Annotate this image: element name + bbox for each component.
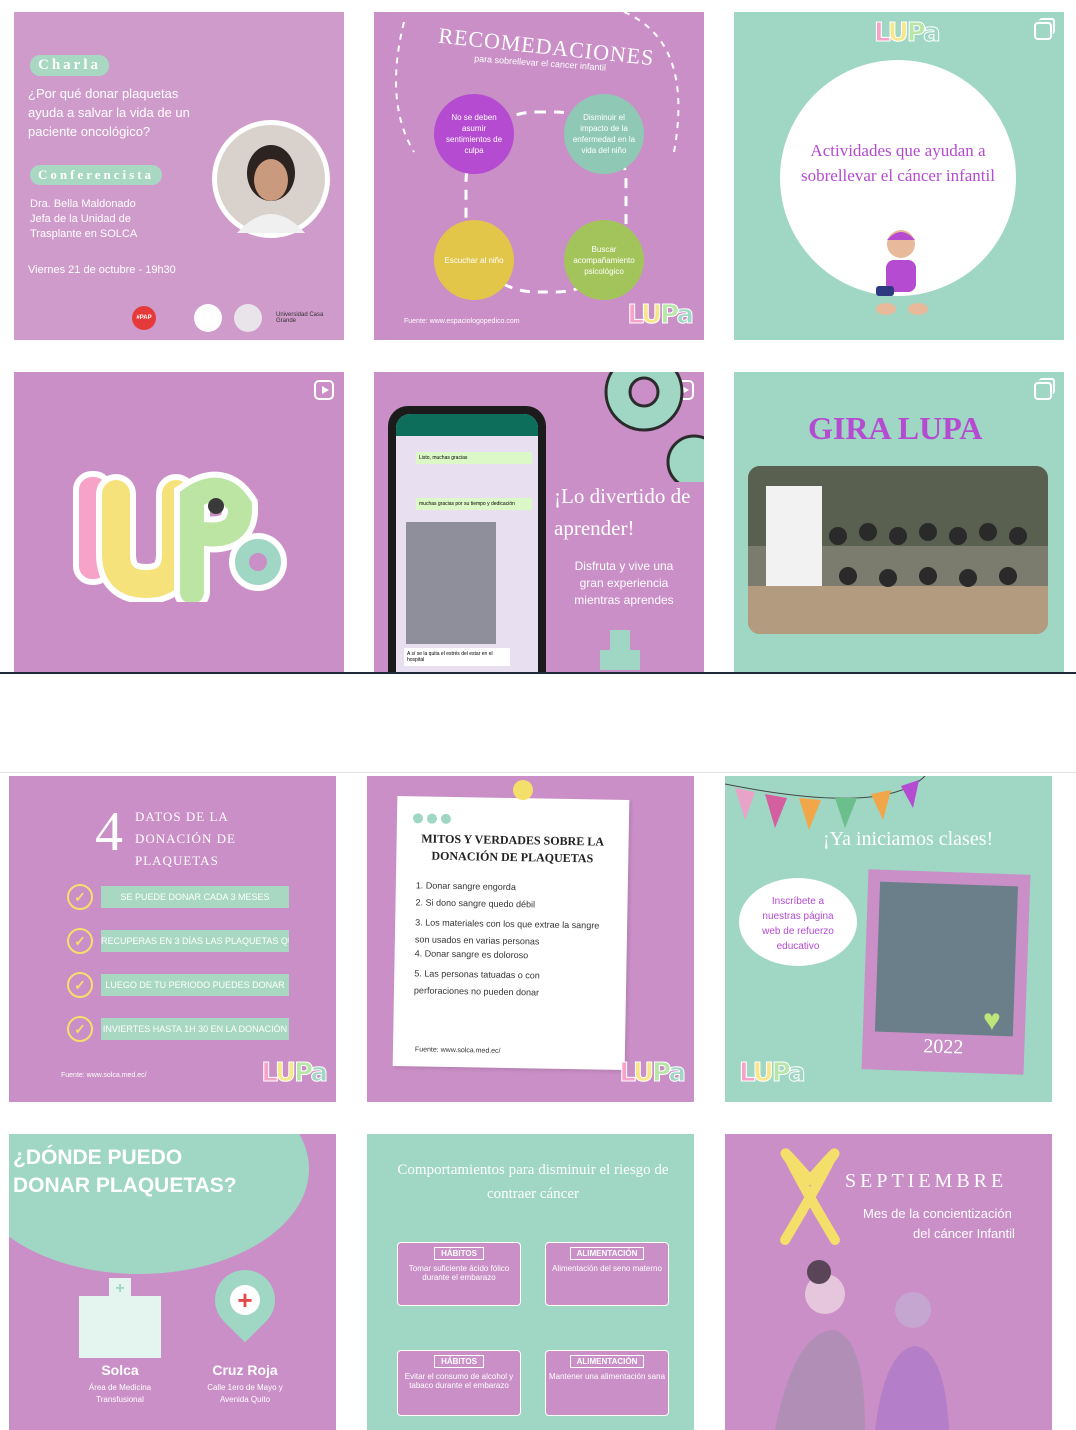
post-actividades[interactable]: LUPa Actividades que ayudan a sobrelleva… [734,12,1064,340]
charla-badge: Charla [30,55,109,76]
recom-circle-3: Escuchar al niño [434,220,514,300]
hospital-icon: + [79,1278,161,1358]
recom-circle-4: Buscar acompañamiento psicológico [564,220,644,300]
lupa-logo-small: LUPa [627,300,695,331]
mitos-item: 2. Si dono sangre quedo débil [415,897,536,910]
bunting-icon [725,776,926,830]
lupa-logo-small: LUPa [619,1058,687,1089]
place-2-address: Calle 1ero de Mayo y Avenida Quito [207,1383,283,1404]
post-datos-donacion[interactable]: 4 DATOS DE LA DONACIÓN DE PLAQUETAS ✓ SE … [9,776,336,1102]
place-1-name: Solca [101,1362,139,1378]
child-illustration [876,230,928,315]
carousel-icon [1034,378,1055,400]
behavior-card: HÁBITOS Tomar suficiente ácido fólico dur… [397,1242,521,1306]
lupa-logo-large [73,471,287,602]
mitos-item: 1. Donar sangre engorda [415,880,516,893]
behavior-card: ALIMENTACIÓN Mantener una alimentación sa… [545,1350,669,1416]
event-date: Viernes 21 de octubre - 19h30 [28,264,176,276]
post-lupa-logo[interactable] [14,372,344,674]
donde-title-2: DONAR PLAQUETAS? [13,1174,237,1197]
mitos-title: MITOS Y VERDADES SOBRE LA DONACIÓN DE PL… [421,831,605,866]
casa-grande-logo: Universidad Casa Grande [276,312,324,324]
recom-circle-1: No se deben asumir sentimientos de culpa [434,94,514,174]
datos-item: ✓ INVIERTES HASTA 1H 30 EN LA DONACIÓN [67,1016,297,1042]
ribbon-icon [780,1148,840,1245]
bubble-text: Inscríbete a nuestras página web de refu… [762,896,834,952]
post-clases[interactable]: ¡Ya iniciamos clases! Inscríbete a nuest… [725,776,1052,1102]
datos-title: DATOS DE LA DONACIÓN DE PLAQUETAS [135,809,236,868]
section-divider [0,672,1076,674]
post-gira-lupa[interactable]: GIRA LUPA [734,372,1064,674]
post-donde-donar[interactable]: ¿DÓNDE PUEDO DONAR PLAQUETAS? + + Solca … [9,1134,336,1430]
nurse-child-illustration [775,1260,949,1430]
chat-bubble-3: A sí se la quita el estrés del estar en … [404,648,510,666]
speaker-name: Dra. Bella Maldonado [30,198,136,210]
recom-source: Fuente: www.espaciologopedico.com [404,318,520,325]
heart-icon: ♥ [983,1004,1001,1037]
chat-bubble-1: Listo, muchas gracias [416,452,532,464]
datos-item: ✓RECUPERAS EN 3 DÍAS LAS PLAQUETAS QUE D… [67,928,297,954]
mitos-item: 4. Donar sangre es doloroso [414,948,529,961]
pin-icon [513,780,533,800]
carousel-icon [1034,18,1055,40]
map-pin-icon: + [202,1257,288,1343]
lupa-logo-small: LUPa [261,1058,329,1089]
check-icon: ✓ [67,972,93,998]
note-paper: MITOS Y VERDADES SOBRE LA DONACIÓN DE PL… [392,795,630,1071]
speaker-photo [212,120,330,238]
gira-title: GIRA LUPA [808,410,983,446]
actividades-text: Actividades que ayudan a sobrellevar el … [801,141,995,185]
divertido-heading: ¡Lo divertido de aprender! [554,484,691,540]
charla-question: ¿Por qué donar plaquetas ayuda a salvar … [28,86,190,139]
speaker-role-2: Trasplante en SOLCA [30,228,138,240]
post-mitos[interactable]: MITOS Y VERDADES SOBRE LA DONACIÓN DE PL… [367,776,694,1102]
post-charla[interactable]: Charla ¿Por qué donar plaquetas ayuda a … [14,12,344,340]
check-icon: ✓ [67,928,93,954]
clases-heading: ¡Ya iniciamos clases! [823,828,994,850]
lupa-logo-small: LUPa [739,1058,807,1089]
mitos-item: 3. Los materiales con los que extrae la … [414,917,600,947]
sponsor-logos: #PAP Universidad Casa Grande [132,304,336,332]
donde-title-1: ¿DÓNDE PUEDO [13,1146,183,1169]
septiembre-line-2: del cáncer Infantil [913,1226,1015,1241]
septiembre-line-1: Mes de la concientización [863,1206,1012,1221]
chat-bubble-2: muchas gracias por su tiempo y dedicació… [416,498,532,510]
septiembre-title: SEPTIEMBRE [845,1170,1008,1192]
sponsor-logo-2 [194,304,222,332]
post-divertido[interactable]: Listo, muchas gracias muchas gracias por… [374,372,704,674]
mitos-item: 5. Las personas tatuadas o con perforaci… [413,968,540,998]
place-2-name: Cruz Roja [212,1362,278,1378]
post-comportamientos[interactable]: Comportamientos para disminuir el riesgo… [367,1134,694,1430]
divertido-body: Disfruta y vive una gran experiencia mie… [574,559,674,607]
conferencista-badge: Conferencista [30,165,163,185]
reel-icon [314,380,334,400]
lupa-logo-small: LUPa [874,18,942,49]
mitos-source: Fuente: www.solca.med.ec/ [414,1046,501,1055]
phone-mockup: Listo, muchas gracias muchas gracias por… [388,406,546,674]
datos-item: ✓ SE PUEDE DONAR CADA 3 MESES [67,884,297,910]
window-dots [412,810,452,829]
check-icon: ✓ [67,884,93,910]
post-recomendaciones[interactable]: RECOMEDACIONES para sobrellevar el cance… [374,12,704,340]
behavior-card: ALIMENTACIÓN Alimentación del seno matern… [545,1242,669,1306]
datos-number: 4 [95,801,123,863]
chat-photo [406,522,496,644]
datos-source: Fuente: www.solca.med.ec/ [61,1072,147,1079]
abc-blocks [600,630,640,670]
group-photo [748,466,1048,634]
comportamientos-title: Comportamientos para disminuir el riesgo… [397,1162,669,1202]
place-1-address: Área de Medicina Transfusional [88,1383,152,1404]
speaker-role-1: Jefa de la Unidad de [30,213,131,225]
check-icon: ✓ [67,1016,93,1042]
gears-illustration [604,372,704,482]
post-septiembre[interactable]: SEPTIEMBRE Mes de la concientización del… [725,1134,1052,1430]
section-divider-light [0,772,1076,773]
sponsor-logo-3 [234,304,262,332]
polaroid: 2022 [861,869,1031,1075]
datos-item: ✓ LUEGO DE TU PERIODO PUEDES DONAR [67,972,297,998]
pap-logo: #PAP [132,306,156,330]
recom-circle-2: Disminuir el impacto de la enfermedad en… [564,94,644,174]
behavior-card: HÁBITOS Evitar el consumo de alcohol y ta… [397,1350,521,1416]
